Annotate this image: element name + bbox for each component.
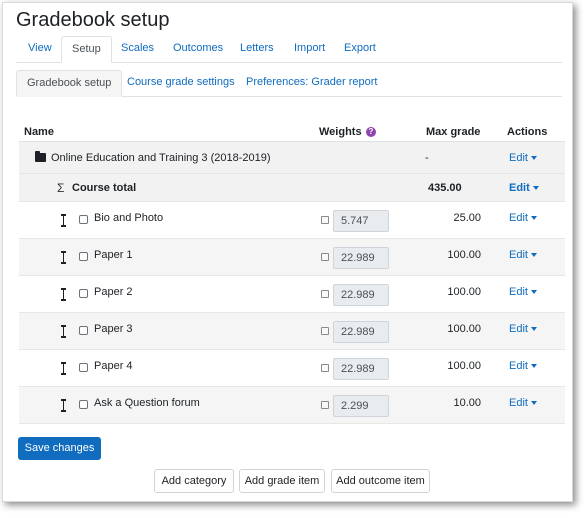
item-select-checkbox[interactable]: [79, 289, 88, 298]
tab-view[interactable]: View: [18, 36, 62, 63]
item-edit-menu[interactable]: Edit: [509, 323, 537, 335]
caret-down-icon: [530, 364, 537, 369]
item-select-checkbox[interactable]: [79, 215, 88, 224]
table-row: Bio and Photo 5.747 25.00 Edit: [19, 202, 565, 239]
folder-icon: [35, 151, 46, 162]
tab-export[interactable]: Export: [334, 36, 386, 63]
course-total-name: Course total: [72, 181, 137, 194]
move-icon[interactable]: [60, 288, 67, 301]
tab-course-grade-settings[interactable]: Course grade settings: [117, 70, 245, 97]
move-icon[interactable]: [60, 362, 67, 375]
page-title: Gradebook setup: [16, 9, 170, 31]
add-category-button[interactable]: Add category: [154, 469, 234, 493]
item-select-checkbox[interactable]: [79, 400, 88, 409]
header-name: Name: [24, 126, 54, 138]
weight-override-checkbox[interactable]: [321, 327, 329, 335]
gradebook-window: Gradebook setup View Setup Scales Outcom…: [2, 2, 573, 502]
move-icon[interactable]: [60, 214, 67, 227]
header-max-grade: Max grade: [426, 126, 481, 138]
header-actions: Actions: [507, 126, 548, 138]
item-select-checkbox[interactable]: [79, 363, 88, 372]
help-icon[interactable]: ?: [366, 127, 376, 137]
weight-input[interactable]: 22.989: [333, 358, 389, 380]
category-name: Online Education and Training 3 (2018-20…: [51, 151, 271, 164]
item-edit-menu[interactable]: Edit: [509, 249, 537, 261]
item-max-grade: 100.00: [447, 360, 481, 372]
weight-input[interactable]: 2.299: [333, 395, 389, 417]
category-edit-menu[interactable]: Edit: [509, 152, 537, 164]
item-name: Bio and Photo: [94, 212, 164, 224]
tab-setup[interactable]: Setup: [61, 36, 112, 63]
item-edit-menu[interactable]: Edit: [509, 286, 537, 298]
add-outcome-item-button[interactable]: Add outcome item: [331, 469, 430, 493]
category-max-grade: -: [425, 151, 429, 164]
item-select-checkbox[interactable]: [79, 252, 88, 261]
sub-tabs: Gradebook setup Course grade settings Pr…: [16, 70, 562, 97]
item-edit-menu[interactable]: Edit: [509, 397, 537, 409]
weight-override-checkbox[interactable]: [321, 216, 329, 224]
item-name: Paper 1: [94, 249, 133, 261]
weight-override-checkbox[interactable]: [321, 290, 329, 298]
table-row: Ask a Question forum 2.299 10.00 Edit: [19, 387, 565, 424]
weight-override-checkbox[interactable]: [321, 253, 329, 261]
tab-import[interactable]: Import: [284, 36, 335, 63]
tab-gradebook-setup[interactable]: Gradebook setup: [16, 70, 123, 97]
course-total-row: Σ Course total 435.00 Edit: [19, 174, 565, 202]
table-row: Paper 1 22.989 100.00 Edit: [19, 239, 565, 276]
weight-override-checkbox[interactable]: [321, 401, 329, 409]
item-edit-menu[interactable]: Edit: [509, 212, 537, 224]
item-name: Ask a Question forum: [94, 397, 200, 409]
header-weights: Weights: [319, 126, 362, 138]
tab-letters[interactable]: Letters: [230, 36, 284, 63]
tab-preferences-grader-report[interactable]: Preferences: Grader report: [236, 70, 387, 97]
category-row: Online Education and Training 3 (2018-20…: [19, 142, 565, 174]
weight-input[interactable]: 22.989: [333, 284, 389, 306]
caret-down-icon: [530, 290, 537, 295]
caret-down-icon: [530, 401, 537, 406]
item-max-grade: 100.00: [447, 249, 481, 261]
table-row: Paper 3 22.989 100.00 Edit: [19, 313, 565, 350]
table-header: Name Weights ? Max grade Actions: [19, 120, 565, 142]
gradebook-table: Name Weights ? Max grade Actions Online …: [19, 120, 565, 424]
move-icon[interactable]: [60, 325, 67, 338]
item-name: Paper 4: [94, 360, 133, 372]
item-max-grade: 100.00: [447, 286, 481, 298]
move-icon[interactable]: [60, 251, 67, 264]
tab-scales[interactable]: Scales: [111, 36, 164, 63]
item-max-grade: 25.00: [453, 212, 481, 224]
item-select-checkbox[interactable]: [79, 326, 88, 335]
caret-down-icon: [530, 253, 537, 258]
table-row: Paper 2 22.989 100.00 Edit: [19, 276, 565, 313]
item-edit-menu[interactable]: Edit: [509, 360, 537, 372]
caret-down-icon: [530, 155, 537, 160]
tab-outcomes[interactable]: Outcomes: [163, 36, 233, 63]
caret-down-icon: [532, 185, 539, 190]
item-max-grade: 100.00: [447, 323, 481, 335]
caret-down-icon: [530, 216, 537, 221]
add-grade-item-button[interactable]: Add grade item: [239, 469, 325, 493]
caret-down-icon: [530, 327, 537, 332]
nav-tabs: View Setup Scales Outcomes Letters Impor…: [16, 36, 562, 63]
weight-override-checkbox[interactable]: [321, 364, 329, 372]
weight-input[interactable]: 22.989: [333, 247, 389, 269]
item-name: Paper 3: [94, 323, 133, 335]
save-changes-button[interactable]: Save changes: [18, 437, 101, 460]
sigma-icon: Σ: [57, 181, 65, 195]
course-total-max-grade: 435.00: [428, 181, 462, 194]
weight-input[interactable]: 5.747: [333, 210, 389, 232]
move-icon[interactable]: [60, 399, 67, 412]
item-max-grade: 10.00: [453, 397, 481, 409]
table-row: Paper 4 22.989 100.00 Edit: [19, 350, 565, 387]
weight-input[interactable]: 22.989: [333, 321, 389, 343]
course-total-edit-menu[interactable]: Edit: [509, 182, 539, 194]
item-name: Paper 2: [94, 286, 133, 298]
